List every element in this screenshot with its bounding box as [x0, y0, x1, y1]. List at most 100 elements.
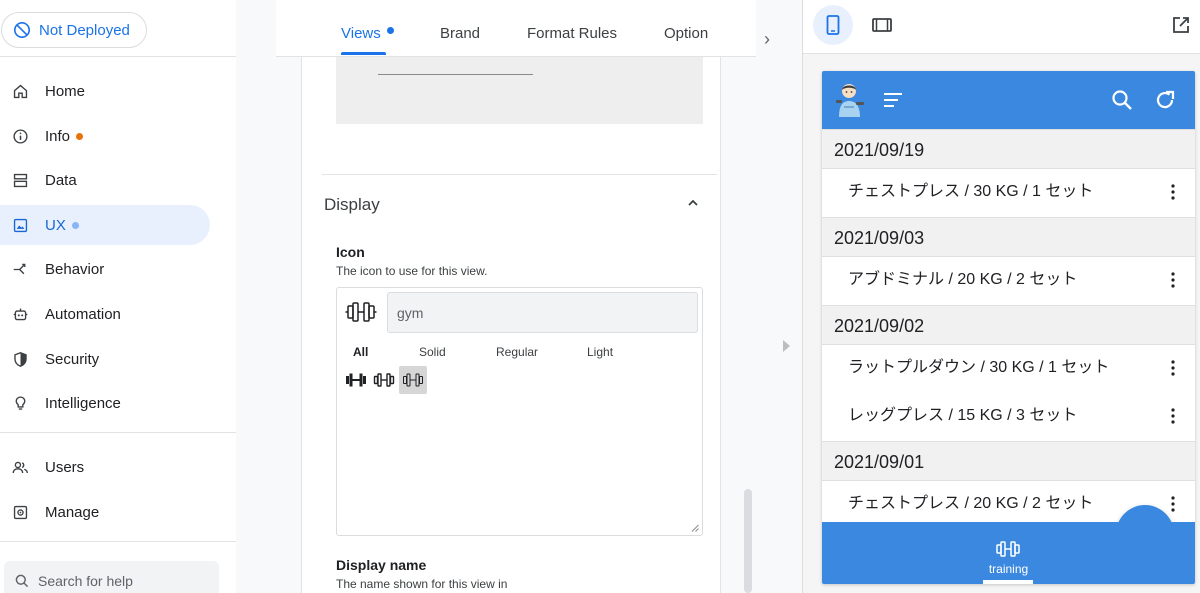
ux-icon — [13, 218, 28, 232]
list-item-text: チェストプレス / 20 KG / 2 セット — [848, 495, 1094, 512]
sidebar-item-label: Info — [45, 127, 71, 145]
list-item-text: チェストプレス / 30 KG / 1 セット — [848, 183, 1094, 200]
list-item[interactable]: レッグプレス / 15 KG / 3 セット — [822, 393, 1195, 439]
editor-tabs: Views Brand Format Rules Option › — [276, 0, 770, 57]
open-in-new-icon — [1173, 17, 1189, 33]
filter-regular[interactable]: Regular — [496, 345, 538, 359]
ux-status-dot — [71, 221, 79, 229]
list-item[interactable]: ラットプルダウン / 30 KG / 1 セット — [822, 345, 1195, 391]
app-header — [822, 71, 1195, 129]
chevron-right-icon[interactable]: › — [764, 29, 770, 50]
list-item-text: アブドミナル / 20 KG / 2 セット — [848, 271, 1078, 288]
home-icon — [13, 84, 28, 98]
icon-option-dumbbell-solid[interactable] — [342, 366, 370, 394]
nav-tab-training[interactable]: training — [822, 562, 1195, 576]
icon-picker: gym All Solid Regular Light — [336, 287, 703, 536]
refresh-icon[interactable] — [1153, 88, 1177, 112]
display-name-field-description: The name shown for this view in — [336, 577, 508, 591]
sidebar-item-label: Users — [45, 458, 85, 476]
sidebar-item-home[interactable]: Home — [0, 71, 210, 111]
sidebar-item-label: UX — [45, 216, 66, 234]
more-vert-icon[interactable] — [1171, 360, 1175, 376]
icon-option-dumbbell-light[interactable] — [399, 366, 427, 394]
list-item[interactable]: アブドミナル / 20 KG / 2 セット — [822, 257, 1195, 303]
sidebar-item-label: Manage — [45, 503, 100, 521]
dumbbell-icon[interactable] — [995, 539, 1021, 559]
sidebar-item-intelligence[interactable]: Intelligence — [0, 383, 210, 423]
chevron-up-icon[interactable] — [686, 196, 700, 210]
mobile-preview-button[interactable] — [813, 5, 853, 45]
sidebar-item-ux[interactable]: UX — [0, 205, 210, 245]
tab-format-rules[interactable]: Format Rules — [527, 25, 617, 42]
filter-solid[interactable]: Solid — [419, 345, 446, 359]
dumbbell-light-icon — [403, 373, 423, 387]
tab-option[interactable]: Option — [664, 25, 708, 42]
left-sidebar: Not Deployed Home Info Data UX Behavior … — [0, 0, 236, 593]
sidebar-item-manage[interactable]: Manage — [0, 492, 210, 532]
behavior-icon — [13, 263, 26, 274]
deploy-status-badge[interactable]: Not Deployed — [1, 12, 147, 48]
active-tab-indicator — [341, 52, 386, 55]
sidebar-item-data[interactable]: Data — [0, 160, 210, 200]
more-vert-icon[interactable] — [1171, 496, 1175, 512]
icon-search-input[interactable]: gym — [387, 292, 698, 333]
section-divider — [322, 174, 717, 175]
active-nav-indicator — [983, 580, 1033, 584]
mobile-app-frame: 2021/09/19 チェストプレス / 30 KG / 1 セット 2021/… — [822, 71, 1195, 584]
search-icon[interactable] — [1110, 88, 1134, 112]
view-editor-pane: Go to details Views Brand Format Rules O… — [236, 0, 802, 593]
editor-scrollbar[interactable] — [744, 489, 752, 593]
bottom-nav: training — [822, 522, 1195, 584]
tablet-icon — [872, 18, 892, 32]
sidebar-item-label: Data — [45, 171, 77, 189]
not-deployed-icon — [13, 21, 31, 39]
help-search-placeholder: Search for help — [38, 573, 133, 589]
app-preview-pane: 2021/09/19 チェストプレス / 30 KG / 1 セット 2021/… — [802, 0, 1200, 593]
open-external-button[interactable] — [1161, 5, 1200, 45]
sidebar-item-label: Intelligence — [45, 394, 121, 412]
icon-field-description: The icon to use for this view. — [336, 264, 488, 278]
filter-all[interactable]: All — [353, 345, 368, 359]
group-header-date: 2021/09/01 — [822, 441, 1195, 481]
more-vert-icon[interactable] — [1171, 408, 1175, 424]
list-item-text: レッグプレス / 15 KG / 3 セット — [848, 407, 1078, 424]
more-vert-icon[interactable] — [1171, 184, 1175, 200]
list-item[interactable]: チェストプレス / 30 KG / 1 セット — [822, 169, 1195, 215]
sidebar-item-info[interactable]: Info — [0, 116, 210, 156]
avatar[interactable] — [834, 81, 866, 119]
tab-views[interactable]: Views — [341, 25, 381, 42]
phone-icon — [826, 15, 840, 35]
resize-grip-icon[interactable] — [691, 524, 699, 532]
info-alert-dot — [76, 132, 84, 140]
sidebar-item-label: Home — [45, 82, 86, 100]
search-icon — [15, 574, 29, 588]
sort-menu-icon[interactable] — [881, 88, 905, 112]
dumbbell-icon — [345, 302, 377, 322]
deploy-status-label: Not Deployed — [39, 21, 130, 39]
group-header-date: 2021/09/19 — [822, 129, 1195, 169]
tablet-preview-button[interactable] — [862, 5, 902, 45]
sidebar-item-label: Security — [45, 350, 100, 368]
icon-option-dumbbell-regular[interactable] — [370, 366, 398, 394]
info-icon — [13, 128, 28, 144]
sidebar-divider — [0, 56, 236, 57]
filter-light[interactable]: Light — [587, 345, 613, 359]
training-list: 2021/09/19 チェストプレス / 30 KG / 1 セット 2021/… — [822, 129, 1195, 563]
sidebar-item-users[interactable]: Users — [0, 447, 210, 487]
sidebar-item-label: Automation — [45, 305, 121, 323]
sidebar-item-behavior[interactable]: Behavior — [0, 249, 210, 289]
dumbbell-solid-icon — [346, 373, 366, 387]
more-vert-icon[interactable] — [1171, 272, 1175, 288]
tab-brand[interactable]: Brand — [440, 25, 480, 42]
preview-toolbar — [803, 0, 1200, 54]
pane-collapse-arrow-icon[interactable] — [783, 340, 790, 352]
display-section-title[interactable]: Display — [324, 195, 380, 215]
shield-icon — [14, 351, 27, 367]
views-status-dot — [387, 27, 394, 34]
sidebar-divider — [0, 541, 236, 542]
display-name-field-title: Display name — [336, 557, 427, 573]
sidebar-item-automation[interactable]: Automation — [0, 294, 210, 334]
sidebar-item-security[interactable]: Security — [0, 339, 210, 379]
help-search-input[interactable]: Search for help — [4, 561, 219, 593]
automation-icon — [13, 308, 28, 320]
